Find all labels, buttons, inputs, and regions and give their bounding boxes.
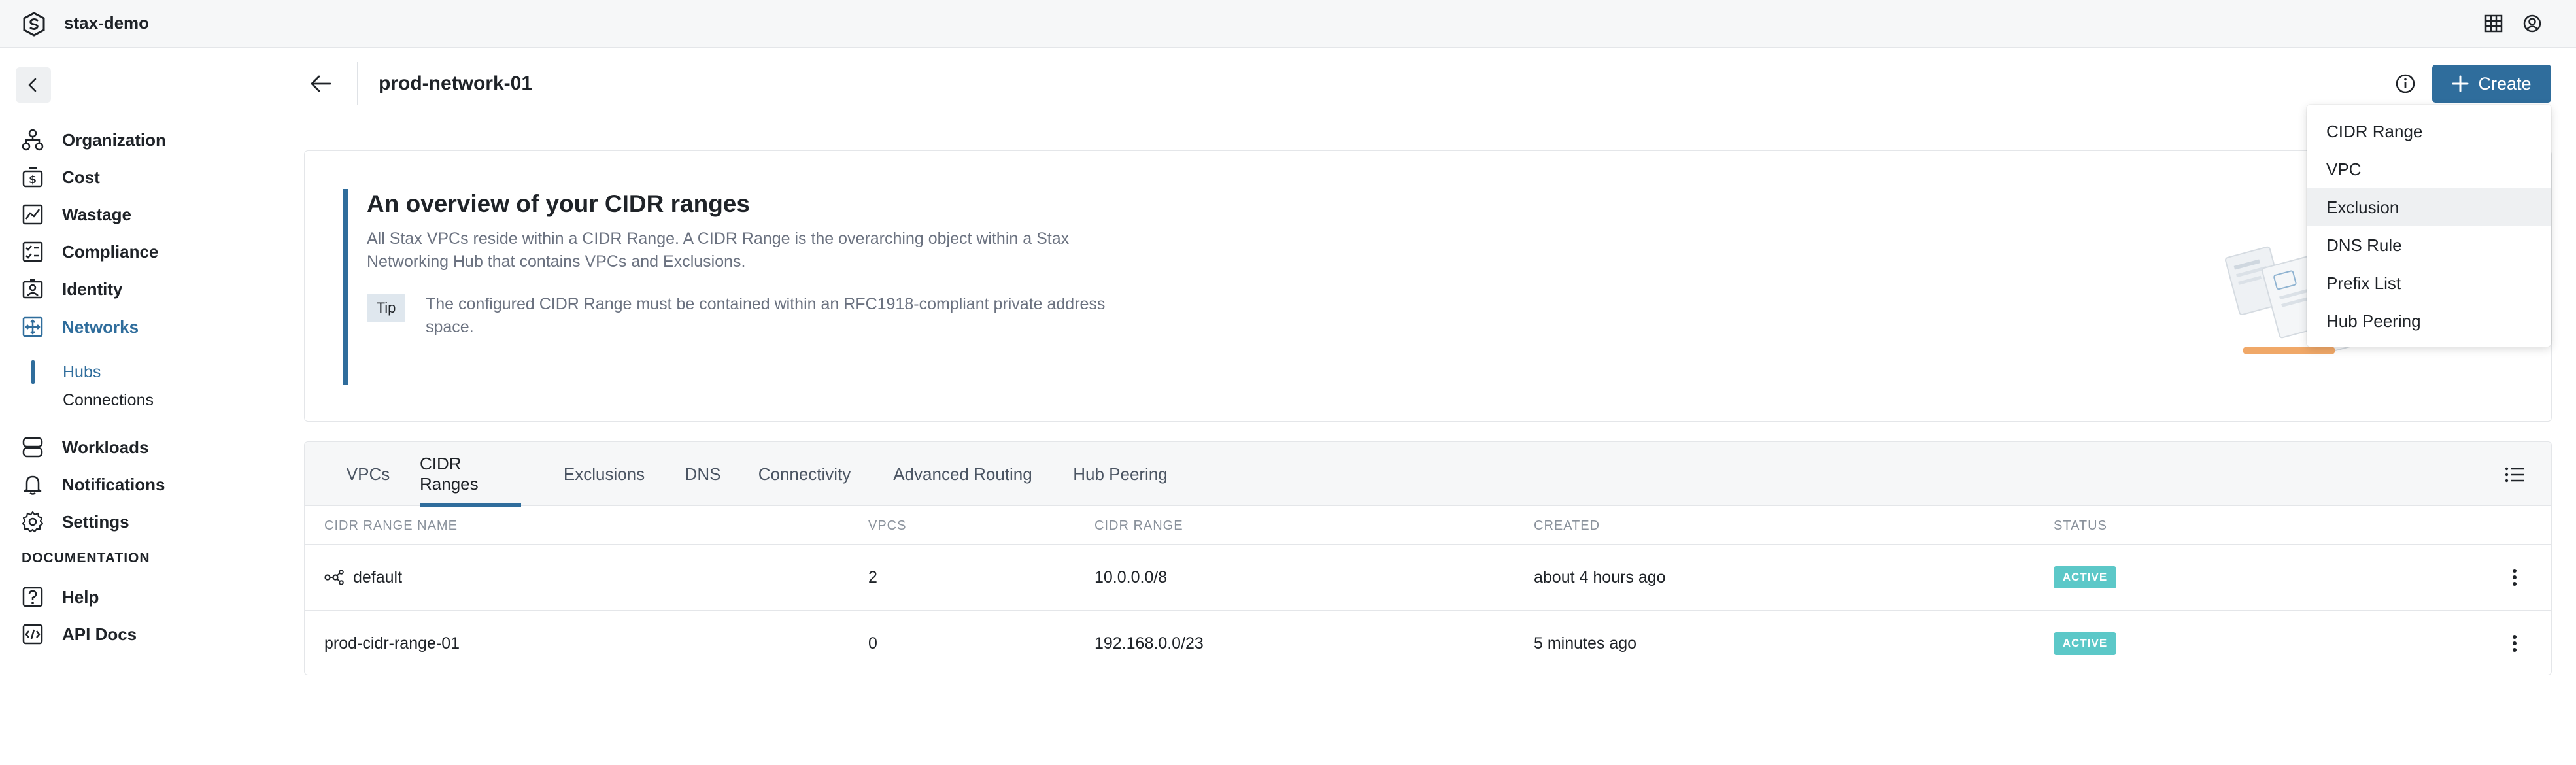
- tab-bar: VPCs CIDR Ranges Exclusions DNS Connecti…: [305, 442, 2551, 507]
- sidebar-item-wastage[interactable]: Wastage: [20, 200, 131, 229]
- row-actions-kebab-icon[interactable]: [2501, 630, 2528, 656]
- info-icon[interactable]: [2389, 67, 2422, 100]
- sidebar-item-identity[interactable]: Identity: [20, 275, 122, 303]
- tab-vpcs[interactable]: VPCs: [343, 442, 394, 506]
- documentation-heading: DOCUMENTATION: [22, 551, 150, 566]
- sidebar-subitem-label: Connections: [63, 390, 154, 409]
- row-actions-kebab-icon[interactable]: [2501, 564, 2528, 590]
- tab-connectivity[interactable]: Connectivity: [754, 442, 855, 506]
- sidebar-subitem-hubs[interactable]: Hubs: [31, 359, 101, 385]
- sidebar-item-label: Compliance: [62, 241, 159, 262]
- org-name[interactable]: stax-demo: [64, 13, 149, 33]
- create-button-label: Create: [2478, 73, 2532, 94]
- overview-accent-bar: [343, 189, 348, 385]
- hub-icon: [324, 570, 344, 585]
- tip-badge: Tip: [367, 294, 405, 322]
- column-header-name[interactable]: CIDR RANGE NAME: [324, 518, 458, 534]
- sidebar-item-label: Organization: [62, 129, 166, 150]
- chart-icon: [20, 201, 46, 228]
- sidebar-item-settings[interactable]: Settings: [20, 507, 129, 536]
- back-arrow-icon[interactable]: [305, 67, 337, 100]
- sidebar-item-networks[interactable]: Networks: [20, 313, 139, 341]
- org-chart-icon: [20, 127, 46, 153]
- row-vpcs: 2: [868, 568, 877, 586]
- sidebar-item-compliance[interactable]: Compliance: [20, 237, 158, 266]
- bell-icon: [20, 471, 46, 498]
- menu-item-prefix-list[interactable]: Prefix List: [2307, 264, 2551, 302]
- user-circle-icon[interactable]: [2520, 12, 2544, 35]
- question-icon: [20, 584, 46, 610]
- grid-icon[interactable]: [2482, 12, 2505, 35]
- sidebar-item-api-docs[interactable]: API Docs: [20, 620, 137, 649]
- column-header-created[interactable]: CREATED: [1534, 518, 1600, 534]
- sidebar-item-label: Wastage: [62, 204, 131, 224]
- create-dropdown-menu: CIDR Range VPC Exclusion DNS Rule Prefix…: [2307, 105, 2551, 347]
- header-divider: [357, 62, 358, 105]
- api-icon: [20, 621, 46, 647]
- create-button[interactable]: Create: [2432, 65, 2551, 103]
- overview-title: An overview of your CIDR ranges: [367, 190, 750, 217]
- tab-advanced-routing[interactable]: Advanced Routing: [890, 442, 1036, 506]
- top-bar: stax-demo: [0, 0, 2576, 48]
- column-header-vpcs[interactable]: VPCS: [868, 518, 906, 534]
- menu-item-exclusion[interactable]: Exclusion: [2307, 188, 2551, 226]
- sidebar-item-help[interactable]: Help: [20, 583, 99, 611]
- tab-hub-peering[interactable]: Hub Peering: [1070, 442, 1171, 506]
- sidebar-item-label: Help: [62, 586, 99, 607]
- tab-cidr-ranges[interactable]: CIDR Ranges: [420, 442, 521, 507]
- overview-card: An overview of your CIDR ranges All Stax…: [304, 150, 2552, 422]
- column-header-status[interactable]: STATUS: [2054, 518, 2107, 534]
- gear-icon: [20, 509, 46, 535]
- network-icon: [20, 314, 46, 340]
- sidebar-subitem-connections[interactable]: Connections: [31, 387, 154, 413]
- row-created: about 4 hours ago: [1534, 568, 1666, 586]
- chevron-left-icon: [28, 78, 37, 92]
- svg-text:$: $: [29, 173, 37, 186]
- row-name-cell: default: [324, 545, 402, 610]
- menu-item-dns-rule[interactable]: DNS Rule: [2307, 226, 2551, 264]
- stax-logo-icon[interactable]: [22, 12, 46, 37]
- sidebar-subitem-label: Hubs: [63, 362, 101, 381]
- stack-icon: [20, 434, 46, 460]
- row-created: 5 minutes ago: [1534, 634, 1637, 653]
- menu-item-cidr-range[interactable]: CIDR Range: [2307, 112, 2551, 150]
- sidebar-item-cost[interactable]: $ Cost: [20, 163, 100, 192]
- sidebar-item-label: Notifications: [62, 474, 165, 494]
- table-row[interactable]: prod-cidr-range-01 0 192.168.0.0/23 5 mi…: [305, 610, 2551, 675]
- tip-text: The configured CIDR Range must be contai…: [426, 295, 1106, 336]
- page-title: prod-network-01: [379, 73, 533, 94]
- row-cidr: 192.168.0.0/23: [1094, 634, 1204, 653]
- sidebar-item-label: Identity: [62, 279, 123, 299]
- overview-description: All Stax VPCs reside within a CIDR Range…: [367, 230, 1070, 271]
- sidebar: Organization $ Cost Wastage Compliance I…: [0, 48, 275, 765]
- tab-dns[interactable]: DNS: [683, 442, 722, 506]
- checklist-icon: [20, 239, 46, 265]
- row-name[interactable]: default: [353, 568, 402, 587]
- menu-item-hub-peering[interactable]: Hub Peering: [2307, 302, 2551, 340]
- status-badge: ACTIVE: [2054, 632, 2116, 654]
- dollar-icon: $: [20, 164, 46, 190]
- sidebar-item-label: Cost: [62, 167, 100, 187]
- sidebar-item-label: Settings: [62, 511, 129, 532]
- sidebar-item-label: API Docs: [62, 624, 137, 644]
- menu-item-vpc[interactable]: VPC: [2307, 150, 2551, 188]
- page-header: prod-network-01 Create: [275, 48, 2576, 122]
- list-view-icon[interactable]: [2501, 462, 2528, 488]
- row-vpcs: 0: [868, 634, 877, 653]
- plus-icon: [2452, 75, 2469, 92]
- column-header-cidr-range[interactable]: CIDR RANGE: [1094, 518, 1183, 534]
- row-cidr: 10.0.0.0/8: [1094, 568, 1168, 586]
- table-row[interactable]: default 2 10.0.0.0/8 about 4 hours ago A…: [305, 544, 2551, 610]
- cidr-ranges-panel: VPCs CIDR Ranges Exclusions DNS Connecti…: [304, 441, 2552, 675]
- sidebar-item-label: Networks: [62, 316, 139, 337]
- tab-exclusions[interactable]: Exclusions: [562, 442, 647, 506]
- status-badge: ACTIVE: [2054, 566, 2116, 588]
- collapse-sidebar-button[interactable]: [16, 67, 51, 103]
- sidebar-item-label: Workloads: [62, 437, 149, 457]
- id-card-icon: [20, 276, 46, 302]
- sidebar-item-organization[interactable]: Organization: [20, 126, 166, 154]
- row-name[interactable]: prod-cidr-range-01: [324, 611, 460, 675]
- sidebar-item-notifications[interactable]: Notifications: [20, 470, 165, 499]
- sidebar-item-workloads[interactable]: Workloads: [20, 433, 148, 462]
